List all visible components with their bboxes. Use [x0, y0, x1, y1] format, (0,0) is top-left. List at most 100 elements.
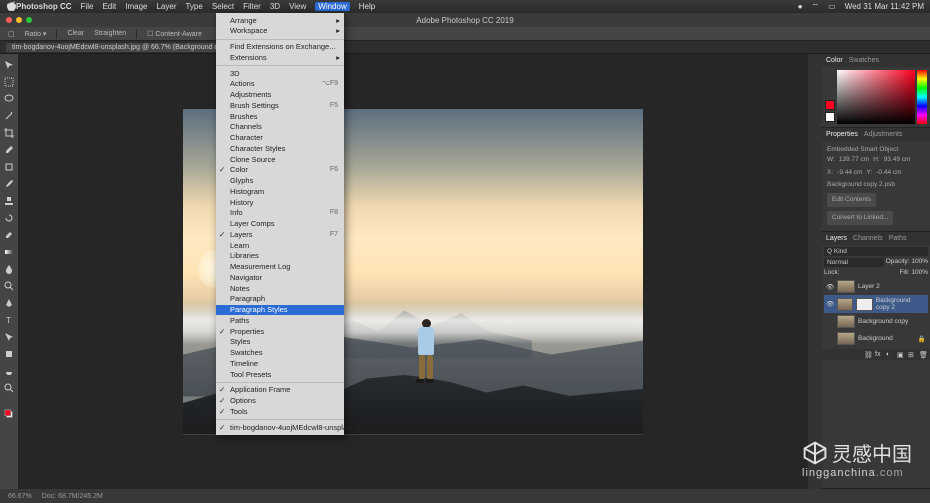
mask-icon[interactable]: ◐: [886, 351, 894, 359]
eraser-tool[interactable]: [2, 228, 16, 242]
menu-item-properties[interactable]: Properties✓: [216, 326, 344, 337]
fill-value[interactable]: 100%: [911, 269, 928, 276]
visibility-icon[interactable]: 👁: [826, 283, 834, 291]
menu-select[interactable]: Select: [212, 2, 234, 11]
trash-icon[interactable]: 🗑: [919, 351, 927, 359]
menu-item-layers[interactable]: Layers✓F7: [216, 229, 344, 240]
menu-item-glyphs[interactable]: Glyphs: [216, 176, 344, 187]
menu-item-character-styles[interactable]: Character Styles: [216, 143, 344, 154]
convert-linked-button[interactable]: Convert to Linked...: [827, 211, 893, 225]
menu-item-adjustments[interactable]: Adjustments: [216, 90, 344, 101]
w-value[interactable]: 139.77 cm: [839, 155, 869, 165]
ratio-select[interactable]: Ratio ▾: [25, 30, 47, 38]
layer-row[interactable]: 👁Background copy 2: [824, 295, 928, 313]
menu-layer[interactable]: Layer: [156, 2, 176, 11]
menu-item-application-frame[interactable]: Application Frame✓: [216, 385, 344, 396]
menu-item-swatches[interactable]: Swatches: [216, 348, 344, 359]
menu-item-arrange[interactable]: Arrange▸: [216, 15, 344, 26]
dodge-tool[interactable]: [2, 279, 16, 293]
menu-item-extensions[interactable]: Extensions▸: [216, 52, 344, 63]
tab-properties[interactable]: Properties: [826, 131, 858, 138]
tab-channels[interactable]: Channels: [853, 235, 883, 242]
menu-file[interactable]: File: [81, 2, 94, 11]
marquee-tool[interactable]: [2, 75, 16, 89]
menu-item-character[interactable]: Character: [216, 133, 344, 144]
menu-item-workspace[interactable]: Workspace▸: [216, 26, 344, 37]
menu-type[interactable]: Type: [185, 2, 202, 11]
pen-tool[interactable]: [2, 296, 16, 310]
menu-item-paragraph-styles[interactable]: Paragraph Styles: [216, 305, 344, 316]
y-value[interactable]: -0.44 cm: [876, 168, 901, 178]
gradient-tool[interactable]: [2, 245, 16, 259]
h-value[interactable]: 93.49 cm: [884, 155, 911, 165]
fg-swatch[interactable]: [825, 100, 835, 110]
menu-item-tool-presets[interactable]: Tool Presets: [216, 369, 344, 380]
canvas-area[interactable]: [18, 54, 808, 489]
path-tool[interactable]: [2, 330, 16, 344]
move-tool[interactable]: [2, 58, 16, 72]
menu-item-actions[interactable]: Actions⌥F9: [216, 79, 344, 90]
menu-edit[interactable]: Edit: [102, 2, 116, 11]
menu-item-brush-settings[interactable]: Brush SettingsF5: [216, 100, 344, 111]
menu-item-tools[interactable]: Tools✓: [216, 406, 344, 417]
visibility-icon[interactable]: [826, 335, 834, 343]
hand-tool[interactable]: [2, 364, 16, 378]
menu-item-styles[interactable]: Styles: [216, 337, 344, 348]
edit-contents-button[interactable]: Edit Contents: [827, 193, 876, 207]
type-tool[interactable]: T: [2, 313, 16, 327]
opacity-value[interactable]: 100%: [911, 258, 928, 265]
color-field[interactable]: [837, 70, 915, 124]
menu-item-find-extensions-on-exchange-[interactable]: Find Extensions on Exchange...: [216, 42, 344, 53]
brush-tool[interactable]: [2, 177, 16, 191]
menu-item-paragraph[interactable]: Paragraph: [216, 294, 344, 305]
menu-item-info[interactable]: InfoF8: [216, 208, 344, 219]
menu-item-color[interactable]: Color✓F6: [216, 165, 344, 176]
visibility-icon[interactable]: [826, 318, 834, 326]
menu-item-histogram[interactable]: Histogram: [216, 186, 344, 197]
fx-icon[interactable]: fx: [875, 351, 883, 359]
tab-color[interactable]: Color: [826, 57, 843, 64]
menu-filter[interactable]: Filter: [243, 2, 261, 11]
blur-tool[interactable]: [2, 262, 16, 276]
tab-paths[interactable]: Paths: [889, 235, 907, 242]
straighten-button[interactable]: Straighten: [94, 30, 126, 37]
menu-window[interactable]: Window: [315, 2, 349, 11]
x-value[interactable]: -9.44 cm: [837, 168, 862, 178]
layer-row[interactable]: Background copy: [824, 313, 928, 330]
menu-3d[interactable]: 3D: [270, 2, 280, 11]
menu-item-notes[interactable]: Notes: [216, 283, 344, 294]
new-group-icon[interactable]: ▣: [897, 351, 905, 359]
lasso-tool[interactable]: [2, 92, 16, 106]
bg-swatch[interactable]: [825, 112, 835, 122]
menu-item-history[interactable]: History: [216, 197, 344, 208]
tab-adjustments[interactable]: Adjustments: [864, 131, 903, 138]
collapsed-dock[interactable]: [808, 54, 822, 489]
menu-item-libraries[interactable]: Libraries: [216, 251, 344, 262]
fg-bg-swatch[interactable]: [2, 407, 16, 421]
minimize-button[interactable]: [16, 17, 22, 23]
eyedropper-tool[interactable]: [2, 143, 16, 157]
tab-swatches[interactable]: Swatches: [849, 57, 879, 64]
menu-help[interactable]: Help: [359, 2, 375, 11]
menu-item-brushes[interactable]: Brushes: [216, 111, 344, 122]
menu-item-paths[interactable]: Paths: [216, 315, 344, 326]
apple-icon[interactable]: [6, 0, 16, 14]
layer-kind-filter[interactable]: Q Kind: [824, 247, 928, 256]
menu-item-clone-source[interactable]: Clone Source: [216, 154, 344, 165]
zoom-level[interactable]: 66.67%: [8, 493, 32, 500]
clear-button[interactable]: Clear: [67, 30, 84, 37]
menu-item-timeline[interactable]: Timeline: [216, 358, 344, 369]
menu-item-navigator[interactable]: Navigator: [216, 272, 344, 283]
heal-tool[interactable]: [2, 160, 16, 174]
shape-tool[interactable]: [2, 347, 16, 361]
layer-row[interactable]: Background🔒: [824, 330, 928, 347]
tab-layers[interactable]: Layers: [826, 235, 847, 242]
menu-item-3d[interactable]: 3D: [216, 68, 344, 79]
close-button[interactable]: [6, 17, 12, 23]
layer-row[interactable]: 👁Layer 2: [824, 278, 928, 295]
menu-item-layer-comps[interactable]: Layer Comps: [216, 219, 344, 230]
content-aware-check[interactable]: ☐ Content-Aware: [147, 30, 202, 38]
menu-item-tim-bogdanov-4uojmedcwl8-unsplash-jpg[interactable]: tim-bogdanov-4uojMEdcwl8-unsplash.jpg✓: [216, 422, 344, 433]
menu-item-learn[interactable]: Learn: [216, 240, 344, 251]
crop-tool[interactable]: [2, 126, 16, 140]
